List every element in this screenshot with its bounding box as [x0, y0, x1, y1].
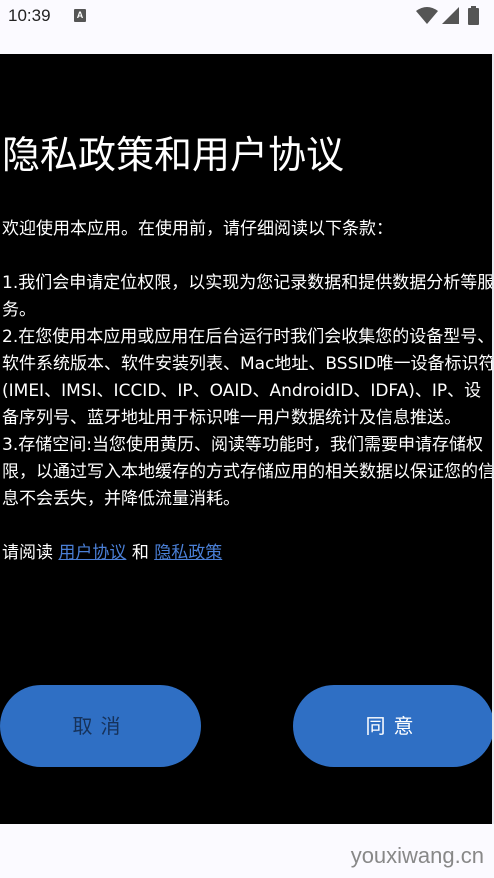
agree-prefix: 请阅读	[2, 543, 53, 563]
term-item: 3.存储空间:当您使用黄历、阅读等功能时，我们需要申请存储权限，以通过写入本地缓…	[2, 435, 494, 509]
signal-icon	[442, 7, 459, 24]
privacy-policy-link[interactable]: 隐私政策	[154, 543, 222, 563]
battery-icon	[468, 6, 479, 25]
term-item: 2.在您使用本应用或应用在后台运行时我们会收集您的设备型号、软件系统版本、软件安…	[2, 327, 494, 428]
user-agreement-link[interactable]: 用户协议	[58, 543, 126, 563]
status-icons	[416, 6, 486, 26]
watermark: youxiwang.cn	[350, 843, 484, 868]
conjunction-text: 和	[131, 543, 149, 563]
dialog-body: 欢迎使用本应用。在使用前，请仔细阅读以下条款： 1.我们会申请定位权限，以实现为…	[2, 216, 494, 567]
intro-text: 欢迎使用本应用。在使用前，请仔细阅读以下条款：	[2, 219, 393, 239]
dialog-title: 隐私政策和用户协议	[2, 133, 345, 177]
notification-icon: A	[74, 9, 86, 22]
term-item: 1.我们会申请定位权限，以实现为您记录数据和提供数据分析等服务。	[2, 273, 494, 320]
status-bar: 10:39 A	[0, 0, 494, 54]
wifi-icon	[416, 7, 438, 24]
agreement-line: 请阅读 用户协议 和 隐私政策	[2, 540, 494, 567]
agree-button[interactable]: 同意	[293, 685, 494, 767]
notification-letter: A	[76, 10, 84, 20]
cancel-button[interactable]: 取消	[0, 685, 201, 767]
status-time: 10:39	[8, 6, 51, 25]
privacy-dialog: 隐私政策和用户协议 欢迎使用本应用。在使用前，请仔细阅读以下条款： 1.我们会申…	[0, 54, 494, 824]
